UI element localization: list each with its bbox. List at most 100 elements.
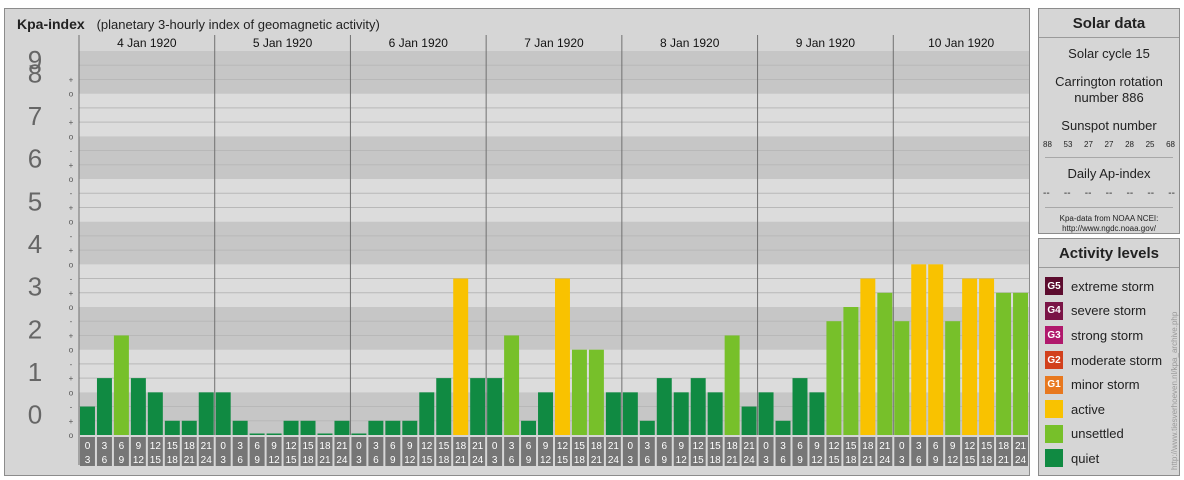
interval-end-label: 15 (150, 455, 162, 466)
interval-end-label: 24 (201, 455, 213, 466)
interval-end-label: 3 (492, 455, 498, 466)
sub-tick-label: o (69, 388, 74, 397)
interval-start-label: 12 (964, 441, 976, 452)
interval-end-label: 3 (85, 455, 91, 466)
interval-start-label: 6 (526, 441, 532, 452)
sub-tick-label: o (69, 431, 74, 440)
sub-tick-label: + (69, 246, 74, 255)
unit-band (79, 179, 1029, 222)
kp-bar (826, 321, 842, 435)
sunspot-value: 25 (1145, 140, 1155, 149)
ap-value: -- (1168, 188, 1175, 199)
interval-end-label: 24 (336, 455, 348, 466)
interval-start-label: 15 (710, 441, 722, 452)
kp-bar (1013, 292, 1028, 435)
interval-end-label: 24 (1015, 455, 1027, 466)
day-label: 10 Jan 1920 (928, 36, 994, 50)
credit-link[interactable]: http://www.ngdc.noaa.gov/ (1039, 224, 1179, 234)
interval-start-label: 0 (220, 441, 226, 452)
interval-start-label: 12 (693, 441, 705, 452)
ap-index-values: -- -- -- -- -- -- -- (1039, 188, 1179, 199)
solar-data-title: Solar data (1039, 9, 1179, 38)
interval-end-label: 6 (509, 455, 515, 466)
interval-start-label: 18 (998, 441, 1010, 452)
legend-item-active: active (1045, 397, 1179, 422)
interval-end-label: 12 (404, 455, 416, 466)
unit-band (79, 221, 1029, 265)
sub-tick-label: + (69, 161, 74, 170)
kp-bar (283, 420, 299, 435)
sub-tick-label: + (69, 374, 74, 383)
activity-levels-title: Activity levels (1039, 239, 1179, 268)
legend-item-quiet: quiet (1045, 446, 1179, 471)
legend-label: active (1071, 401, 1105, 417)
sub-tick-label: o (69, 90, 74, 99)
interval-start-label: 18 (184, 441, 196, 452)
interval-end-label: 15 (964, 455, 976, 466)
kp-bar (266, 433, 282, 435)
legend-item-g3: G3 strong storm (1045, 323, 1179, 348)
kp-bar (215, 392, 231, 435)
interval-end-label: 15 (285, 455, 297, 466)
kpa-bar-chart: 0123456789o+-o+-o+-o+-o+-o+-o+-o+-o+4 Ja… (11, 35, 1029, 466)
kp-bar (639, 420, 655, 435)
kp-bar (979, 278, 995, 435)
interval-end-label: 6 (780, 455, 786, 466)
interval-end-label: 15 (557, 455, 569, 466)
sub-tick-label: o (69, 218, 74, 227)
interval-start-label: 9 (407, 441, 413, 452)
kp-bar (928, 264, 944, 435)
y-tick-label: 5 (28, 186, 42, 216)
interval-start-label: 15 (574, 441, 586, 452)
kp-bar (775, 420, 791, 435)
kp-bar (877, 292, 893, 435)
interval-end-label: 9 (526, 455, 532, 466)
sunspot-value: 28 (1125, 140, 1134, 149)
interval-start-label: 21 (201, 441, 213, 452)
kp-bar (843, 307, 859, 435)
interval-start-label: 15 (981, 441, 993, 452)
kp-bar (758, 392, 774, 435)
day-label: 9 Jan 1920 (796, 36, 856, 50)
kp-bar (996, 292, 1012, 435)
kp-bar (656, 378, 672, 435)
sub-tick-label: o (69, 346, 74, 355)
g3-badge: G3 (1045, 326, 1063, 345)
interval-end-label: 18 (302, 455, 314, 466)
legend-item-g5: G5 extreme storm (1045, 274, 1179, 299)
interval-start-label: 18 (727, 441, 739, 452)
kp-bar (605, 392, 621, 435)
kp-bar (792, 378, 808, 435)
sunspot-value: 53 (1063, 140, 1073, 149)
kp-bar (164, 420, 180, 435)
interval-start-label: 18 (591, 441, 603, 452)
interval-end-label: 15 (828, 455, 840, 466)
sub-tick-label: - (70, 275, 73, 284)
kp-bar (368, 420, 384, 435)
y-tick-label: 7 (28, 101, 42, 131)
interval-end-label: 6 (373, 455, 379, 466)
interval-start-label: 6 (119, 441, 125, 452)
sunspot-label: Sunspot number (1061, 118, 1157, 133)
kp-bar (113, 335, 129, 435)
interval-end-label: 24 (608, 455, 620, 466)
kp-bar (588, 349, 604, 435)
kp-bar (809, 392, 825, 435)
sub-tick-label: o (69, 175, 74, 184)
kp-bar (504, 335, 520, 435)
interval-start-label: 6 (254, 441, 260, 452)
sub-tick-label: o (69, 132, 74, 141)
kp-bar (571, 349, 587, 435)
kp-bar (300, 420, 316, 435)
kp-bar (945, 321, 961, 435)
interval-start-label: 12 (150, 441, 162, 452)
day-label: 7 Jan 1920 (524, 36, 584, 50)
interval-end-label: 18 (710, 455, 722, 466)
interval-start-label: 15 (845, 441, 857, 452)
legend-label: moderate storm (1071, 352, 1163, 368)
interval-end-label: 21 (319, 455, 331, 466)
day-label: 5 Jan 1920 (253, 36, 313, 50)
ap-value: -- (1063, 188, 1071, 199)
interval-start-label: 3 (916, 441, 922, 452)
kp-bar (521, 420, 537, 435)
